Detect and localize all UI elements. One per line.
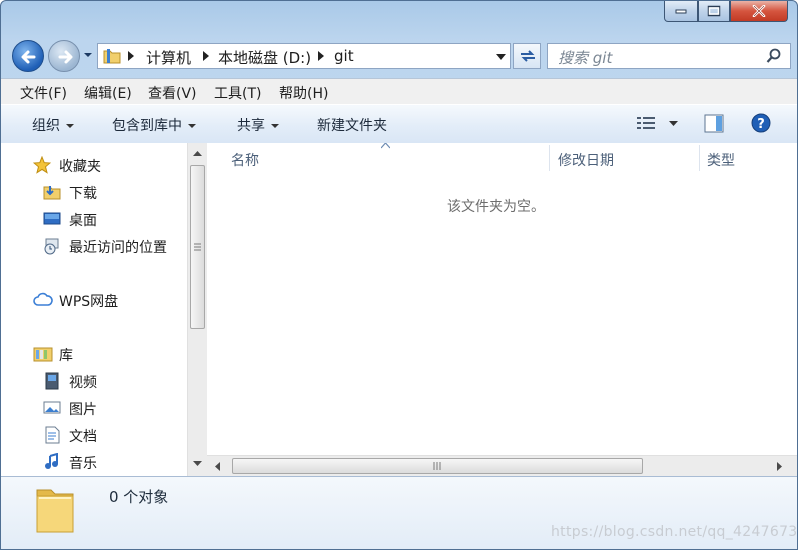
view-options-icon[interactable] <box>637 116 657 132</box>
chevron-right-icon[interactable] <box>318 51 324 61</box>
menu-help[interactable]: 帮助(H) <box>279 83 328 103</box>
arrow-left-icon <box>21 50 36 64</box>
details-pane: 0 个对象 https://blog.csdn.net/qq_4247673 <box>1 476 798 549</box>
nav-favorites-label: 收藏夹 <box>59 159 101 175</box>
nav-downloads-label: 下载 <box>69 186 97 202</box>
star-icon <box>33 156 51 174</box>
file-list[interactable]: 名称 修改日期 类型 该文件夹为空。 <box>207 143 797 455</box>
chevron-down-icon <box>271 124 279 128</box>
address-bar[interactable]: 计算机 本地磁盘 (D:) git <box>97 43 511 69</box>
nav-videos-label: 视频 <box>69 375 97 391</box>
organize-button[interactable]: 组织 <box>32 115 74 135</box>
empty-folder-message: 该文件夹为空。 <box>447 199 545 215</box>
folder-icon <box>103 49 121 64</box>
menu-view[interactable]: 查看(V) <box>148 83 197 103</box>
column-date-modified[interactable]: 修改日期 <box>558 150 614 170</box>
share-label: 共享 <box>237 118 265 134</box>
navigation-scrollbar[interactable] <box>187 143 207 476</box>
organize-label: 组织 <box>32 118 60 134</box>
scroll-down-icon[interactable] <box>193 461 202 467</box>
chevron-right-icon[interactable] <box>203 51 209 61</box>
sort-ascending-icon <box>381 143 390 149</box>
item-count: 0 个对象 <box>109 488 169 506</box>
column-name[interactable]: 名称 <box>231 150 259 170</box>
libraries-icon <box>33 347 53 362</box>
close-button[interactable] <box>730 1 788 22</box>
scroll-left-icon[interactable] <box>215 462 221 471</box>
menu-file[interactable]: 文件(F) <box>20 83 67 103</box>
breadcrumb-folder[interactable]: git <box>334 47 354 65</box>
recent-places-icon <box>44 238 59 255</box>
search-icon[interactable] <box>766 48 782 64</box>
menu-tools[interactable]: 工具(T) <box>214 83 261 103</box>
column-separator[interactable] <box>699 145 700 171</box>
music-icon <box>45 453 58 469</box>
maximize-button[interactable] <box>698 1 730 22</box>
scroll-up-icon[interactable] <box>193 151 202 157</box>
back-button[interactable] <box>12 40 44 72</box>
search-placeholder: 搜索 git <box>558 49 613 67</box>
pictures-icon <box>43 401 61 414</box>
refresh-button[interactable] <box>513 43 541 69</box>
chevron-down-icon[interactable] <box>496 54 506 60</box>
menu-edit[interactable]: 编辑(E) <box>84 83 132 103</box>
nav-documents-label: 文档 <box>69 429 97 445</box>
nav-pictures-label: 图片 <box>69 402 97 418</box>
scroll-right-icon[interactable] <box>777 462 783 471</box>
navigation-pane: 收藏夹 下载 桌面 最近访问的位置 WPS网盘 库 视频 图片 文档 音乐 <box>1 143 187 476</box>
chevron-right-icon[interactable] <box>128 51 134 61</box>
grip-icon <box>194 243 201 251</box>
svg-text:?: ? <box>757 117 765 132</box>
chevron-down-icon[interactable] <box>669 121 678 127</box>
video-icon <box>45 372 59 390</box>
breadcrumb-computer[interactable]: 计算机 <box>146 47 191 68</box>
watermark-text: https://blog.csdn.net/qq_4247673 <box>551 524 798 540</box>
desktop-icon <box>43 212 61 225</box>
menu-bar: 文件(F) 编辑(E) 查看(V) 工具(T) 帮助(H) <box>1 78 797 104</box>
cloud-icon <box>33 292 53 306</box>
help-icon[interactable]: ? <box>751 113 771 133</box>
nav-libraries-label: 库 <box>59 348 73 364</box>
explorer-window: 计算机 本地磁盘 (D:) git 搜索 git 文件(F) 编辑(E) 查看(… <box>0 0 798 550</box>
column-separator[interactable] <box>549 145 550 171</box>
downloads-folder-icon <box>43 186 61 200</box>
documents-icon <box>45 426 60 444</box>
forward-button[interactable] <box>48 40 80 72</box>
search-box[interactable]: 搜索 git <box>547 43 791 69</box>
horizontal-scroll-thumb[interactable] <box>232 458 643 474</box>
arrow-right-icon <box>58 50 73 64</box>
column-type[interactable]: 类型 <box>707 150 735 170</box>
nav-recent-places-label: 最近访问的位置 <box>69 240 167 256</box>
recent-pages-dropdown[interactable] <box>83 51 93 59</box>
breadcrumb-drive[interactable]: 本地磁盘 (D:) <box>218 47 311 68</box>
new-folder-button[interactable]: 新建文件夹 <box>317 115 387 135</box>
nav-wps-cloud-label: WPS网盘 <box>59 294 119 310</box>
share-button[interactable]: 共享 <box>237 115 279 135</box>
horizontal-scrollbar[interactable] <box>207 455 797 476</box>
grip-icon <box>433 462 441 470</box>
nav-music-label: 音乐 <box>69 456 97 472</box>
folder-large-icon <box>36 489 74 533</box>
command-bar: 组织 包含到库中 共享 新建文件夹 ? <box>1 104 797 144</box>
refresh-icon <box>521 50 535 62</box>
chevron-down-icon <box>66 124 74 128</box>
include-in-library-label: 包含到库中 <box>112 118 182 134</box>
chevron-down-icon <box>188 124 196 128</box>
minimize-button[interactable] <box>664 1 698 22</box>
include-in-library-button[interactable]: 包含到库中 <box>112 115 196 135</box>
navigation-scroll-thumb[interactable] <box>190 165 205 329</box>
nav-desktop-label: 桌面 <box>69 213 97 229</box>
preview-pane-icon[interactable] <box>704 114 724 133</box>
